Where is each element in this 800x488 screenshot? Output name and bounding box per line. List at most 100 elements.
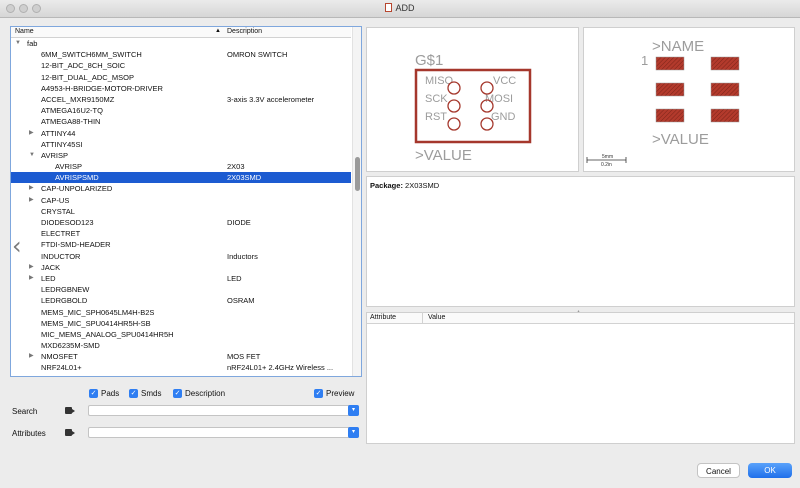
check-icon: ✓ [129,389,138,398]
tree-row-name: MXD6235M-SMD [41,341,100,351]
tree-row-description: OMRON SWITCH [227,50,288,60]
tree-row[interactable]: ▶ JACK [11,262,351,273]
tree-row[interactable]: ELECTRET [11,228,351,239]
search-field[interactable]: ▾ [88,405,359,416]
collapsed-triangle-icon[interactable]: ▶ [29,351,34,362]
description-label: Description [185,389,226,398]
collapsed-triangle-icon[interactable]: ▶ [29,262,34,273]
tree-row-description: MOS FET [227,352,261,362]
check-icon: ✓ [314,389,323,398]
window-title-wrap: ADD [0,3,800,13]
tree-row[interactable]: MIC_MEMS_ANALOG_SPU0414HR5H [11,329,351,340]
attribute-column-header[interactable]: Attribute [370,314,396,321]
tree-row-name: ATTINY45SI [41,139,83,149]
search-input[interactable] [91,406,341,415]
tree-row[interactable]: FTDI-SMD-HEADER [11,239,351,250]
tree-row-name: DIODESOD123 [41,218,94,227]
tree-row-name: ATMEGA16U2-TQ [41,106,103,116]
tree-row[interactable]: ▼ fab [11,38,351,49]
collapsed-triangle-icon[interactable]: ▶ [29,183,34,194]
symbol-drawing: G$1 MISO SCK RST VCC MOSI GND >VALUE [414,52,532,164]
tree-row-name: LEDRGBNEW [41,285,90,295]
column-header-name[interactable]: Name [15,28,34,35]
tree-row[interactable]: AVRISP 2X03 [11,161,351,172]
tree-row[interactable]: ATMEGA88-THIN [11,116,351,127]
tree-row[interactable]: MEMS_MIC_SPH0645LM4H-B2S [11,307,351,318]
tree-row-name: FTDI-SMD-HEADER [41,240,111,250]
search-tag-icon[interactable] [65,407,75,414]
preview-label: Preview [326,389,355,398]
pin-label-mosi: MOSI [485,93,513,105]
tree-row[interactable]: A4953-H-BRIDGE-MOTOR-DRIVER [11,83,351,94]
attributes-tag-icon[interactable] [65,429,75,436]
tree-row[interactable]: LEDRGBNEW [11,284,351,295]
column-header-description[interactable]: Description [227,28,262,35]
search-dropdown-icon[interactable]: ▾ [348,405,359,416]
attribute-table-header: Attribute Value [367,312,794,324]
tree-row[interactable]: ▶ CAP-UNPOLARIZED [11,183,351,194]
expanded-triangle-icon[interactable]: ▼ [29,150,35,161]
tree-row-name: CRYSTAL [41,206,75,216]
tree-row[interactable]: 12-BIT_ADC_8CH_SOIC [11,60,351,71]
attributes-field[interactable]: ▾ [88,427,359,438]
footprint-value-label: >VALUE [652,131,709,148]
sort-ascending-icon[interactable]: ▲ [215,28,221,34]
library-tree[interactable]: Name ▲ Description ▼ fab 6MM_SWITCH6MM_SWI… [10,26,362,377]
tree-row[interactable]: ▶ ATTINY44 [11,128,351,139]
tree-row[interactable]: 12-BIT_DUAL_ADC_MSOP [11,72,351,83]
previous-arrow-icon[interactable]: ‹ [12,232,22,260]
tree-row[interactable]: NRF24L01+ nRF24L01+ 2.4GHz Wireless ... [11,362,351,373]
symbol-preview: G$1 MISO SCK RST VCC MOSI GND >VALUE [366,27,579,172]
tree-row[interactable]: ▶ NMOSFET MOS FET [11,351,351,362]
tree-row[interactable]: LEDRGBOLD OSRAM [11,295,351,306]
ok-button[interactable]: OK [748,463,792,478]
tree-row-name: ATTINY44 [41,128,76,138]
tree-row[interactable]: AVRISPSMD 2X03SMD [11,172,351,184]
tree-row-description: nRF24L01+ 2.4GHz Wireless ... [227,363,334,373]
window-title: ADD [395,3,415,13]
scale-mm-label: 5mm [602,154,613,160]
symbol-value-label: >VALUE [415,147,472,164]
collapsed-triangle-icon[interactable]: ▶ [29,128,34,139]
tree-row[interactable]: ▶ CAP-US [11,195,351,206]
attribute-table: Attribute Value [366,312,795,444]
tree-row[interactable]: ACCEL_MXR9150MZ 3-axis 3.3V accelerometer [11,94,351,105]
package-label: Package: [370,181,403,190]
tree-row-name: A4953-H-BRIDGE-MOTOR-DRIVER [41,83,163,93]
scale-in-label: 0.2in [601,162,612,168]
pin-label-gnd: GND [491,111,516,123]
tree-row[interactable]: INDUCTOR Inductors [11,251,351,262]
tree-row[interactable]: MXD6235M-SMD [11,340,351,351]
footprint-preview: >NAME 1 >VALUE 5mm 0.2in [583,27,795,172]
package-value: 2X03SMD [405,181,440,190]
tree-row-name: LEDRGBOLD [41,296,88,306]
value-column-header[interactable]: Value [428,314,445,321]
tree-row-name: AVRISP [55,162,82,172]
tree-row-description: 3-axis 3.3V accelerometer [227,94,315,104]
tree-row[interactable]: CRYSTAL [11,206,351,217]
attributes-input[interactable] [91,428,341,437]
attributes-dropdown-icon[interactable]: ▾ [348,427,359,438]
tree-row-name: AVRISPSMD [55,173,99,183]
tree-row-name: CAP-UNPOLARIZED [41,184,113,194]
tree-row-name: 12-BIT_DUAL_ADC_MSOP [41,72,134,82]
tree-row[interactable]: ATMEGA16U2-TQ [11,105,351,116]
package-info: Package: 2X03SMD [370,181,439,190]
tree-row-name: NRF24L01+ [41,363,82,373]
tree-row[interactable]: ▼ AVRISP [11,150,351,161]
tree-scrollbar-thumb[interactable] [355,157,360,191]
collapsed-triangle-icon[interactable]: ▶ [29,273,34,284]
cancel-button[interactable]: Cancel [697,463,740,478]
tree-row[interactable]: MEMS_MIC_SPU0414HR5H-SB [11,318,351,329]
tree-row-name: MIC_MEMS_ANALOG_SPU0414HR5H [41,329,174,339]
collapsed-triangle-icon[interactable]: ▶ [29,195,34,206]
tree-row[interactable]: ATTINY45SI [11,139,351,150]
expanded-triangle-icon[interactable]: ▼ [15,38,21,49]
tree-row-name: 12-BIT_ADC_8CH_SOIC [41,61,126,71]
tree-row-name: ACCEL_MXR9150MZ [41,94,115,104]
tree-row[interactable]: 6MM_SWITCH6MM_SWITCH OMRON SWITCH [11,49,351,60]
tree-row[interactable]: DIODESOD123 DIODE [11,217,351,228]
tree-row-name: MEMS_MIC_SPH0645LM4H-B2S [41,307,155,317]
tree-row[interactable]: ▶ LED LED [11,273,351,284]
tree-scrollbar[interactable] [352,27,361,376]
